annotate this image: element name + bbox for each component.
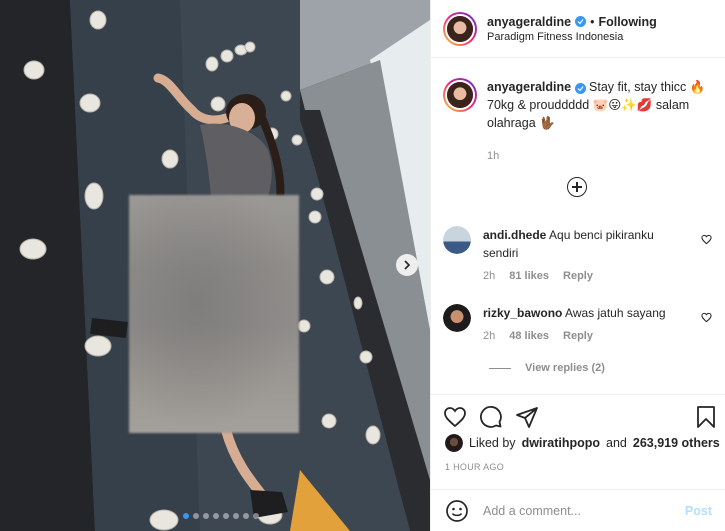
add-comment-bar: Post	[431, 489, 725, 531]
paper-plane-icon[interactable]	[515, 405, 539, 429]
post-header: anyageraldine • Following Paradigm Fitne…	[431, 0, 725, 58]
caption-avatar[interactable]	[443, 78, 477, 112]
commenter-avatar[interactable]	[443, 304, 471, 332]
commenter-avatar[interactable]	[443, 226, 471, 254]
carousel-indicator	[183, 513, 259, 519]
comment-item: andi.dhede Aqu benci pikiranku sendiri 2…	[443, 226, 718, 282]
carousel-dot	[243, 513, 249, 519]
verified-badge-icon	[574, 83, 586, 94]
load-more-comments-button[interactable]	[567, 177, 587, 197]
post-comment-button[interactable]: Post	[685, 504, 712, 518]
likes-and: and	[606, 436, 627, 450]
caption-username[interactable]: anyageraldine	[487, 80, 571, 94]
likes-summary: Liked by dwiratihpopo and 263,919 others	[445, 434, 720, 452]
heart-icon[interactable]	[443, 405, 467, 429]
commenter-username[interactable]: andi.dhede	[483, 228, 546, 242]
post-details-panel: anyageraldine • Following Paradigm Fitne…	[430, 0, 725, 531]
liked-by-prefix: Liked by	[469, 436, 516, 450]
view-replies-button[interactable]: View replies (2)	[489, 362, 605, 374]
heart-icon[interactable]	[701, 312, 712, 323]
carousel-dot	[223, 513, 229, 519]
carousel-dot	[183, 513, 189, 519]
liker-avatar[interactable]	[445, 434, 463, 452]
verified-badge-icon	[575, 16, 587, 27]
add-comment-input[interactable]	[483, 503, 671, 518]
following-button[interactable]: Following	[598, 15, 656, 29]
view-replies-label: View replies (2)	[525, 362, 605, 374]
carousel-next-button[interactable]	[396, 254, 418, 276]
commenter-username[interactable]: rizky_bawono	[483, 306, 562, 320]
caption-time: 1h	[487, 150, 500, 162]
comment-time: 2h	[483, 270, 496, 282]
reply-button[interactable]: Reply	[563, 270, 593, 282]
reply-button[interactable]: Reply	[563, 330, 593, 342]
others-likes-link[interactable]: 263,919 others	[633, 436, 720, 450]
comment-likes-count[interactable]: 81 likes	[509, 270, 549, 282]
divider-line	[489, 367, 511, 369]
author-username[interactable]: anyageraldine	[487, 15, 571, 29]
smiley-icon[interactable]	[445, 499, 469, 523]
post-photo[interactable]	[0, 0, 430, 531]
carousel-dot	[193, 513, 199, 519]
action-bar	[431, 394, 725, 438]
separator-dot: •	[590, 14, 595, 29]
bookmark-icon[interactable]	[695, 405, 717, 429]
heart-icon[interactable]	[701, 234, 712, 245]
post-timestamp[interactable]: 1 HOUR AGO	[445, 462, 504, 472]
comment-time: 2h	[483, 330, 496, 342]
carousel-dot	[253, 513, 259, 519]
comment-text: Awas jatuh sayang	[565, 306, 666, 320]
comment-icon[interactable]	[479, 405, 503, 429]
author-avatar[interactable]	[443, 11, 477, 46]
carousel-dot	[233, 513, 239, 519]
comment-item: rizky_bawono Awas jatuh sayang 2h 48 lik…	[443, 304, 718, 342]
blurred-region	[129, 195, 299, 433]
post-caption: anyageraldine Stay fit, stay thicc 🔥 70k…	[443, 78, 713, 162]
carousel-dot	[213, 513, 219, 519]
carousel-dot	[203, 513, 209, 519]
location-link[interactable]: Paradigm Fitness Indonesia	[487, 31, 657, 43]
chevron-right-icon	[404, 260, 411, 270]
comment-likes-count[interactable]: 48 likes	[509, 330, 549, 342]
liker-username[interactable]: dwiratihpopo	[522, 436, 600, 450]
